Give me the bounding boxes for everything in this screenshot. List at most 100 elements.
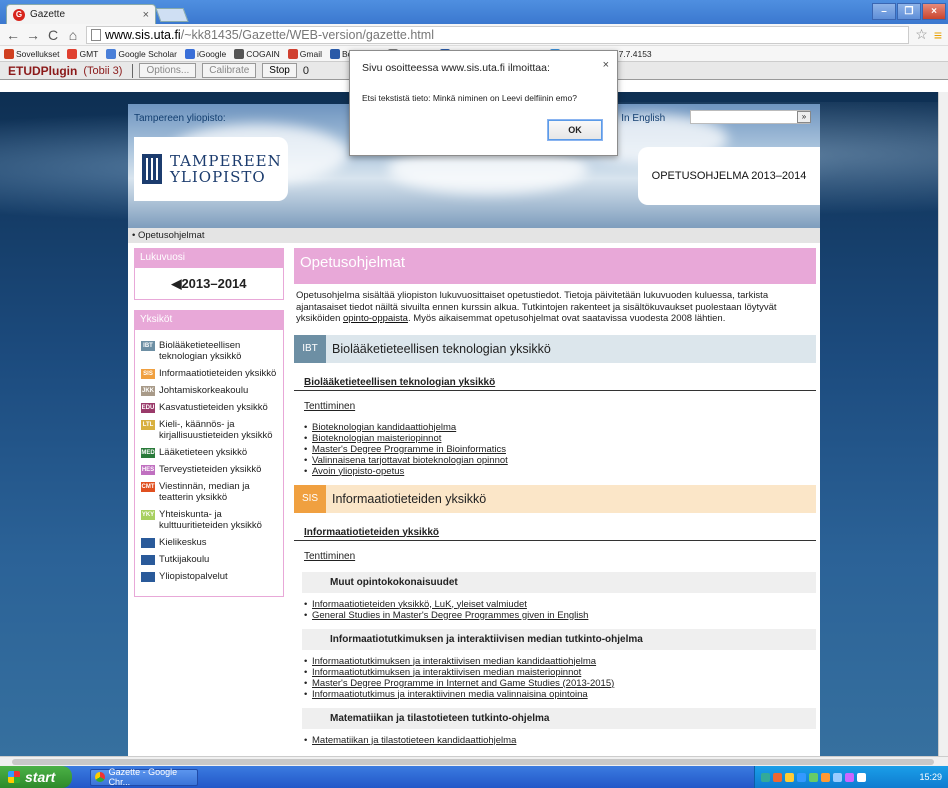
ibt-exam-link[interactable]: Tenttiminen <box>294 401 816 412</box>
back-icon[interactable]: ← <box>6 27 20 43</box>
sidebar-unit-item[interactable]: Yliopistopalvelut <box>141 571 283 582</box>
reload-icon[interactable]: C <box>46 27 60 43</box>
bookmark-label: Google Scholar <box>118 48 177 59</box>
chrome-menu-icon[interactable]: ≡ <box>934 27 942 43</box>
bookmark-item[interactable]: Sovellukset <box>4 48 59 59</box>
close-window-icon[interactable]: × <box>922 3 946 20</box>
programme-link[interactable]: Informaatiotutkimuksen ja interaktiivise… <box>304 656 816 667</box>
dialog-message: Etsi tekstistä tieto: Minkä niminen on L… <box>362 93 577 103</box>
programme-link[interactable]: Matematiikan ja tilastotieteen kandidaat… <box>304 735 816 746</box>
sidebar-unit-item[interactable]: CMT Viestinnän, median ja teatterin yksik… <box>141 481 283 503</box>
stop-button[interactable]: Stop <box>262 63 297 78</box>
university-logo[interactable]: TAMPEREEN YLIOPISTO <box>134 137 288 201</box>
unit-badge-icon: SIS <box>141 369 155 379</box>
start-button[interactable]: start <box>0 766 72 788</box>
unit-badge-icon: MED <box>141 448 155 458</box>
programme-link[interactable]: Informaatiotutkimus ja interaktiivinen m… <box>304 689 816 700</box>
tray-icon[interactable] <box>809 772 818 782</box>
tab-close-icon[interactable]: × <box>143 9 149 21</box>
scrollbar-thumb[interactable] <box>12 759 934 765</box>
sis-programme-groups: Muut opintokokonaisuudet Informaatiotiete… <box>294 571 816 746</box>
programme-link[interactable]: Valinnaisena tarjottavat bioteknologian … <box>304 455 816 466</box>
programme-link[interactable]: General Studies in Master's Degree Progr… <box>304 610 816 621</box>
browser-toolbar: ← → C ⌂ www.sis.uta.fi/~kk81435/Gazette/… <box>0 24 948 46</box>
options-button[interactable]: Options... <box>139 63 197 78</box>
maximize-icon[interactable]: ❐ <box>897 3 921 20</box>
ibt-unit-header: IBT Biolääketieteellisen teknologian yks… <box>294 334 816 363</box>
home-icon[interactable]: ⌂ <box>66 27 80 43</box>
site-search-button[interactable]: » <box>797 111 811 123</box>
network-icon[interactable] <box>833 772 842 782</box>
tray-icon[interactable] <box>773 772 782 782</box>
unit-badge-icon: JKK <box>141 386 155 396</box>
unit-badge-icon: IBT <box>141 341 155 351</box>
programme-link[interactable]: Bioteknologian maisteriopinnot <box>304 433 816 444</box>
university-link[interactable]: Tampereen yliopisto: <box>134 113 226 124</box>
tray-icon[interactable] <box>821 772 830 782</box>
sis-unit-link[interactable]: Informaatiotieteiden yksikkö <box>294 521 816 541</box>
sidebar-unit-label: Johtamiskorkeakoulu <box>159 385 249 396</box>
programme-group-heading: Muut opintokokonaisuudet <box>302 571 816 593</box>
sidebar-unit-item[interactable]: Kielikeskus <box>141 537 283 548</box>
minimize-icon[interactable]: – <box>872 3 896 20</box>
tab-gazette[interactable]: G Gazette × <box>6 4 156 24</box>
sidebar-unit-item[interactable]: Tutkijakoulu <box>141 554 283 565</box>
sis-unit-header: SIS Informaatiotieteiden yksikkö <box>294 484 816 513</box>
sidebar-unit-item[interactable]: EDU Kasvatustieteiden yksikkö <box>141 402 283 413</box>
tray-icon[interactable] <box>761 772 770 782</box>
sidebar-unit-item[interactable]: IBT Biolääketieteellisen teknologian yksi… <box>141 340 283 362</box>
programme-link[interactable]: Informaatiotutkimuksen ja interaktiivise… <box>304 667 816 678</box>
horizontal-scrollbar[interactable] <box>0 756 948 766</box>
unit-badge-icon: CMT <box>141 482 155 492</box>
ibt-unit-link[interactable]: Biolääketieteellisen teknologian yksikkö <box>294 371 816 391</box>
unit-badge-icon <box>141 555 155 565</box>
programme-link[interactable]: Informaatiotieteiden yksikkö, LuK, yleis… <box>304 599 816 610</box>
calibrate-button[interactable]: Calibrate <box>202 63 257 78</box>
breadcrumb[interactable]: • Opetusohjelmat <box>128 228 820 244</box>
sidebar-unit-item[interactable]: YKY Yhteiskunta- ja kulttuuritieteiden yk… <box>141 509 283 531</box>
logo-text: TAMPEREEN YLIOPISTO <box>170 153 282 185</box>
programme-link[interactable]: Avoin yliopisto-opetus <box>304 466 816 477</box>
address-bar[interactable]: www.sis.uta.fi/~kk81435/Gazette/WEB-vers… <box>86 25 910 44</box>
ok-button[interactable]: OK <box>547 119 603 141</box>
year-heading: Lukuvuosi <box>134 248 284 268</box>
igoogle-icon <box>184 48 195 59</box>
sidebar-unit-item[interactable]: JKK Johtamiskorkeakoulu <box>141 385 283 396</box>
programme-link[interactable]: Master's Degree Programme in Internet an… <box>304 678 816 689</box>
dialog-title: Sivu osoitteessa www.sis.uta.fi ilmoitta… <box>362 62 550 74</box>
volume-icon[interactable] <box>857 772 866 782</box>
taskbar: start Gazette - Google Chr... 15:29 <box>0 766 948 788</box>
bookmark-item[interactable]: Google Scholar <box>106 48 177 59</box>
tray-icon[interactable] <box>845 772 854 782</box>
bookmark-item[interactable]: iGoogle <box>184 48 226 59</box>
forward-icon[interactable]: → <box>26 27 40 43</box>
bookmark-item[interactable]: GMT <box>67 48 98 59</box>
gazette-favicon-icon: G <box>13 8 25 21</box>
sidebar-unit-item[interactable]: HES Terveystieteiden yksikkö <box>141 464 283 475</box>
year-selector[interactable]: ◀2013–2014 <box>134 268 284 300</box>
programme-link[interactable]: Bioteknologian kandidaattiohjelma <box>304 422 816 433</box>
etud-tracker-name: (Tobii 3) <box>83 64 123 77</box>
bookmark-label: COGAIN <box>246 48 280 59</box>
taskbar-item-chrome[interactable]: Gazette - Google Chr... <box>90 767 198 787</box>
sidebar-unit-item[interactable]: LTL Kieli-, käännös- ja kirjallisuustiete… <box>141 419 283 441</box>
tray-icon[interactable] <box>785 772 794 782</box>
vertical-scrollbar[interactable] <box>938 92 948 756</box>
system-tray: 15:29 <box>754 766 948 788</box>
bookmark-item[interactable]: COGAIN <box>234 48 280 59</box>
study-guides-link[interactable]: opinto-oppaista <box>343 313 408 324</box>
etud-count: 0 <box>302 64 309 77</box>
sidebar-unit-label: Viestinnän, median ja teatterin yksikkö <box>159 481 250 503</box>
sis-exam-link[interactable]: Tenttiminen <box>294 551 816 562</box>
bookmark-star-icon[interactable]: ☆ <box>915 26 928 43</box>
bookmark-item[interactable]: Gmail <box>287 48 322 59</box>
programme-link[interactable]: Master's Degree Programme in Bioinformat… <box>304 444 816 455</box>
apps-icon <box>4 48 14 59</box>
dialog-close-icon[interactable]: × <box>603 59 609 71</box>
new-tab-button[interactable] <box>155 8 189 22</box>
sidebar-unit-item[interactable]: MED Lääketieteen yksikkö <box>141 447 283 458</box>
university-crest-icon <box>142 154 162 184</box>
bluetooth-icon[interactable] <box>797 772 806 782</box>
site-search-input[interactable] <box>690 110 810 124</box>
sidebar-unit-item[interactable]: SIS Informaatiotieteiden yksikkö <box>141 368 283 379</box>
